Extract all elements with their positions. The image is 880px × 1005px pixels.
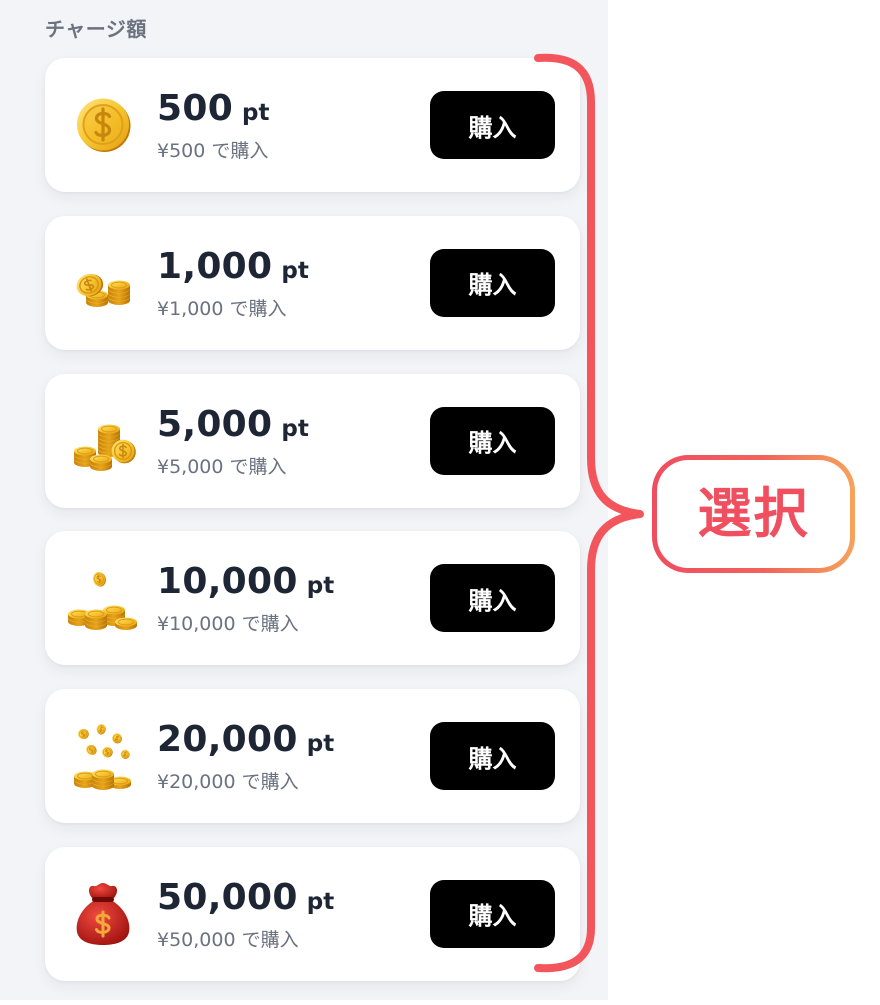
plan-price: ¥10,000 で購入	[157, 613, 299, 636]
buy-button[interactable]: 購入	[430, 879, 555, 948]
coin-stack-icon	[67, 247, 139, 319]
amount-line: 500 pt	[157, 91, 270, 127]
plan-text: 5,000 pt ¥5,000 で購入	[157, 403, 309, 479]
plan-amount: 500	[157, 88, 234, 129]
buy-button[interactable]: 購入	[430, 406, 555, 475]
plan-unit: pt	[306, 888, 335, 915]
select-annotation-box: 選択	[652, 455, 855, 573]
plan-price: ¥20,000 で購入	[157, 771, 299, 794]
plan-unit: pt	[306, 731, 335, 758]
buy-button[interactable]: 購入	[430, 722, 555, 791]
plan-price: ¥50,000 で購入	[157, 928, 299, 951]
plan-price: ¥1,000 で購入	[157, 297, 287, 320]
plan-price: ¥500 で購入	[157, 140, 269, 162]
amount-line: 5,000 pt	[157, 403, 309, 445]
money-bag-icon	[67, 878, 139, 950]
plan-unit: pt	[281, 415, 309, 442]
buy-button[interactable]: 購入	[430, 564, 555, 633]
amount-line: 10,000 pt	[157, 564, 334, 600]
plan-card: 20,000 pt ¥20,000 で購入 購入	[45, 689, 580, 824]
amount-line: 20,000 pt	[157, 722, 334, 758]
plan-text: 20,000 pt ¥20,000 で購入	[157, 718, 334, 794]
charge-panel: チャージ額 500 pt ¥500 で購入 購入 1,000 pt ¥1,000…	[0, 0, 608, 1000]
amount-line: 50,000 pt	[157, 876, 335, 918]
section-title: チャージ額	[45, 17, 147, 41]
select-annotation-label: 選択	[697, 482, 810, 545]
plan-list: 500 pt ¥500 で購入 購入 1,000 pt ¥1,000 で購入 購…	[45, 58, 580, 1005]
plan-unit: pt	[281, 257, 309, 284]
coin-pile-icon	[67, 405, 139, 477]
plan-card: 1,000 pt ¥1,000 で購入 購入	[45, 215, 580, 350]
plan-amount: 5,000	[157, 403, 273, 445]
plan-amount: 20,000	[157, 719, 298, 761]
plan-amount: 10,000	[157, 561, 298, 603]
plan-card: 10,000 pt ¥10,000 で購入 購入	[45, 531, 580, 666]
plan-text: 500 pt ¥500 で購入	[157, 87, 270, 163]
plan-price: ¥5,000 で購入	[157, 455, 287, 478]
plan-text: 10,000 pt ¥10,000 で購入	[157, 560, 334, 636]
annotation-inner: 選択	[657, 460, 850, 568]
plan-amount: 1,000	[157, 245, 273, 287]
plan-amount: 50,000	[157, 876, 298, 918]
plan-card: 500 pt ¥500 で購入 購入	[45, 58, 580, 192]
amount-line: 1,000 pt	[157, 245, 309, 287]
coins-floating-icon	[67, 562, 139, 634]
plan-card: 50,000 pt ¥50,000 で購入 購入	[45, 846, 580, 981]
plan-unit: pt	[242, 100, 270, 126]
buy-button[interactable]: 購入	[430, 91, 555, 159]
coins-falling-icon	[67, 720, 139, 792]
plan-unit: pt	[306, 573, 335, 600]
plan-text: 50,000 pt ¥50,000 で購入	[157, 876, 334, 952]
plan-text: 1,000 pt ¥1,000 で購入	[157, 245, 309, 321]
buy-button[interactable]: 購入	[430, 248, 555, 317]
plan-card: 5,000 pt ¥5,000 で購入 購入	[45, 373, 580, 508]
gold-coin-icon	[67, 89, 139, 161]
